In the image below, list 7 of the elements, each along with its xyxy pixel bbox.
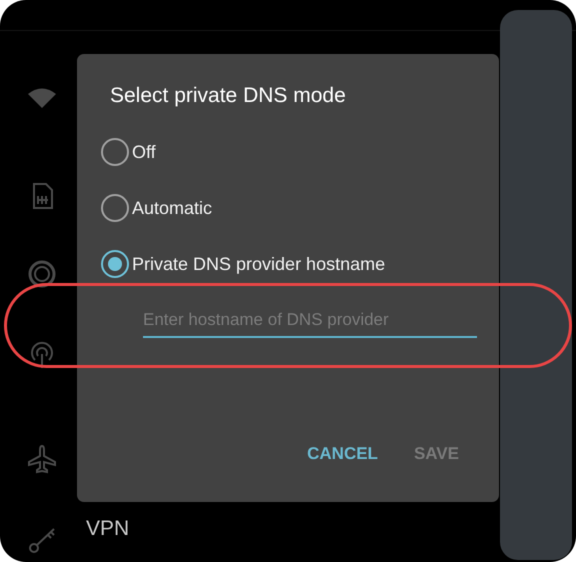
option-label: Private DNS provider hostname <box>132 254 386 274</box>
option-label: Off <box>132 142 156 162</box>
vpn-title: VPN <box>86 517 130 541</box>
option-label: Automatic <box>132 198 212 218</box>
dialog-title: Select private DNS mode <box>110 84 346 108</box>
hostname-field[interactable]: Enter hostname of DNS provider <box>143 310 477 338</box>
cancel-button[interactable]: CANCEL <box>293 436 392 472</box>
